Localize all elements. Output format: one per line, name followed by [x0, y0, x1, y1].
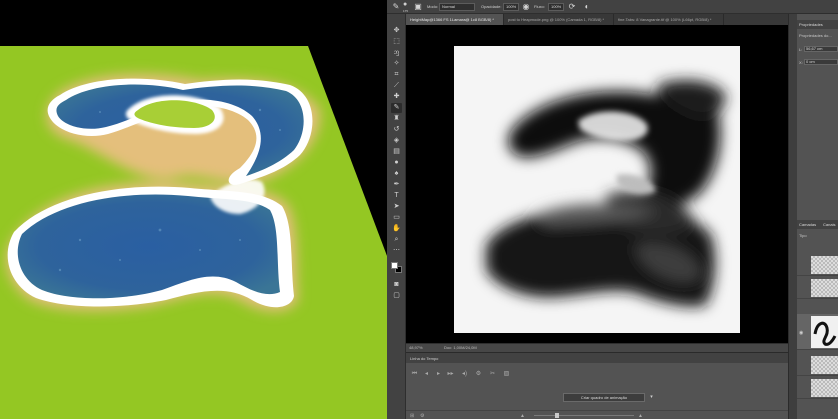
document-tab-bar: HeightMap@1366 FS 1Lamara@ 1c8 BGB/8) * … [406, 14, 788, 25]
quick-mask-icon[interactable]: ◙ [391, 280, 402, 290]
tab-layers[interactable]: Camadas [799, 222, 816, 227]
timeline-zoom-slider-handle[interactable] [555, 413, 559, 418]
timeline-header: Linha do Tempo [406, 353, 788, 363]
type-tool-icon[interactable]: T [391, 191, 402, 201]
airbrush-icon[interactable]: ⟳ [567, 2, 577, 12]
document-tab-heapmode[interactable]: post to Heapmode.png @ 100% (Camada 1, R… [504, 14, 614, 25]
play-icon[interactable]: ▸ [434, 370, 443, 378]
brush-panel-toggle-icon[interactable]: ▣ [413, 2, 423, 12]
layer-row-selected[interactable]: ◉ [797, 314, 838, 350]
width-field[interactable]: 56,67 cm [804, 46, 838, 52]
x-label: X: [799, 60, 803, 65]
document-size-info[interactable]: Doc: 1,00M/24,0M [444, 345, 477, 350]
layers-panel-header: Camadas Canais [797, 220, 838, 229]
properties-panel-title[interactable]: Propriedades [799, 22, 823, 27]
first-frame-icon[interactable]: ⏮ [410, 370, 419, 378]
properties-panel-header: Propriedades [797, 20, 838, 29]
zoom-tool-icon[interactable]: ⌕ [391, 235, 402, 245]
create-animation-frame-button[interactable]: Criar quadro de animação [563, 393, 645, 402]
width-label: L: [799, 47, 803, 52]
flow-field[interactable]: 100% [548, 3, 564, 11]
flow-label: Fluxo: [534, 4, 545, 9]
layer-thumbnail [811, 256, 838, 274]
split-icon[interactable]: ✂ [488, 370, 497, 378]
zoom-level[interactable]: 48,97% [409, 345, 423, 350]
convert-frames-icon[interactable]: ⊞ [410, 413, 414, 419]
visibility-eye-icon[interactable]: ◉ [799, 330, 803, 336]
crop-tool-icon[interactable]: ⌗ [391, 70, 402, 80]
layer-thumbnail [811, 379, 838, 397]
path-select-tool-icon[interactable]: ➤ [391, 202, 402, 212]
healing-tool-icon[interactable]: ✚ [391, 92, 402, 102]
layer-row[interactable] [797, 254, 838, 276]
pen-tool-icon[interactable]: ✒ [391, 180, 402, 190]
layer-row[interactable] [797, 354, 838, 376]
zoom-out-mountains-icon[interactable]: ▲ [520, 413, 525, 419]
history-brush-tool-icon[interactable]: ↺ [391, 125, 402, 135]
zoom-in-mountains-icon[interactable]: ▲ [638, 413, 643, 419]
extra-tools-icon[interactable]: ⋯ [391, 246, 402, 256]
shape-tool-icon[interactable]: ▭ [391, 213, 402, 223]
mode-label: Modo: [427, 4, 439, 9]
eyedropper-tool-icon[interactable]: ⟋ [391, 81, 402, 91]
audio-icon[interactable]: ◂) [460, 370, 469, 378]
quick-select-tool-icon[interactable]: ✧ [391, 59, 402, 69]
foreground-color-swatch[interactable] [391, 262, 398, 269]
right-panels: Propriedades Propriedades do... L: 56,67… [797, 14, 838, 419]
timeline-title[interactable]: Linha do Tempo [410, 356, 438, 361]
marquee-tool-icon[interactable]: ⬚ [391, 37, 402, 47]
transition-icon[interactable]: ▨ [502, 370, 511, 378]
properties-subtitle: Propriedades do... [799, 33, 832, 38]
heightmap-canvas [454, 46, 740, 333]
brush-preset-icon[interactable]: ✎ [391, 2, 401, 12]
photoshop-window: ✎ ● 175 ▣ Modo: Normal Opacidade: 100% ◉… [387, 0, 838, 419]
lasso-tool-icon[interactable]: ᦀ [391, 48, 402, 58]
status-bar: 48,97% Doc: 1,00M/24,0M [406, 343, 788, 352]
layer-row[interactable] [797, 377, 838, 399]
settings-icon[interactable]: ⚙ [474, 370, 483, 378]
pressure-size-icon[interactable]: ◐ [582, 2, 592, 12]
layer-thumbnail-brush [811, 316, 838, 348]
layer-row[interactable] [797, 277, 838, 299]
brush-dot-icon[interactable]: ● [403, 1, 407, 8]
layer-filter-label[interactable]: Tipo [799, 233, 807, 238]
document-tab-vanagrante[interactable]: fine.Tabs: 8 Vanagrante.tif @ 100% (L66p… [614, 14, 724, 25]
gradient-tool-icon[interactable]: ▤ [391, 147, 402, 157]
mode-select[interactable]: Normal [439, 3, 475, 11]
hand-tool-icon[interactable]: ✋ [391, 224, 402, 234]
eraser-tool-icon[interactable]: ◈ [391, 136, 402, 146]
opacity-field[interactable]: 100% [503, 3, 519, 11]
terrain-3d-viewport[interactable] [0, 0, 387, 419]
layer-thumbnail [811, 356, 838, 374]
layer-thumbnail [811, 279, 838, 297]
next-frame-icon[interactable]: ▸▸ [446, 370, 455, 378]
terrain-render [0, 46, 387, 419]
stamp-tool-icon[interactable]: ♜ [391, 114, 402, 124]
blur-tool-icon[interactable]: ● [391, 158, 402, 168]
tools-panel: ✥ ⬚ ᦀ ✧ ⌗ ⟋ ✚ ✎ ♜ ↺ ◈ ▤ ● ♠ ✒ T ➤ ▭ ✋ ⌕ … [387, 14, 406, 419]
document-canvas-area[interactable] [406, 25, 788, 343]
tab-channels[interactable]: Canais [823, 222, 835, 227]
timeline-zoom-slider[interactable] [534, 415, 634, 416]
layer-thumbnail-strokes [813, 321, 837, 346]
opacity-pressure-icon[interactable]: ◉ [521, 2, 531, 12]
timeline-settings-icon[interactable]: ⚙ [420, 413, 424, 419]
move-tool-icon[interactable]: ✥ [391, 26, 402, 36]
opacity-label: Opacidade: [481, 4, 502, 9]
collapsed-panel-strip [788, 14, 797, 419]
brush-size-value: 175 [403, 9, 409, 13]
dodge-tool-icon[interactable]: ♠ [391, 169, 402, 179]
brush-tool-icon[interactable]: ✎ [391, 103, 402, 113]
document-tab-heightmap[interactable]: HeightMap@1366 FS 1Lamara@ 1c8 BGB/8) * [406, 14, 504, 25]
previous-frame-icon[interactable]: ◂ [422, 370, 431, 378]
timeline-panel: Linha do Tempo ⏮ ◂ ▸ ▸▸ ◂) ⚙ ✂ ▨ Criar q… [406, 352, 788, 419]
create-options-chevron-down-icon[interactable]: ▾ [647, 393, 656, 402]
options-bar: ✎ ● 175 ▣ Modo: Normal Opacidade: 100% ◉… [387, 0, 838, 14]
screen-mode-icon[interactable]: ▢ [391, 291, 402, 301]
x-field[interactable]: 0 cm [804, 59, 838, 65]
